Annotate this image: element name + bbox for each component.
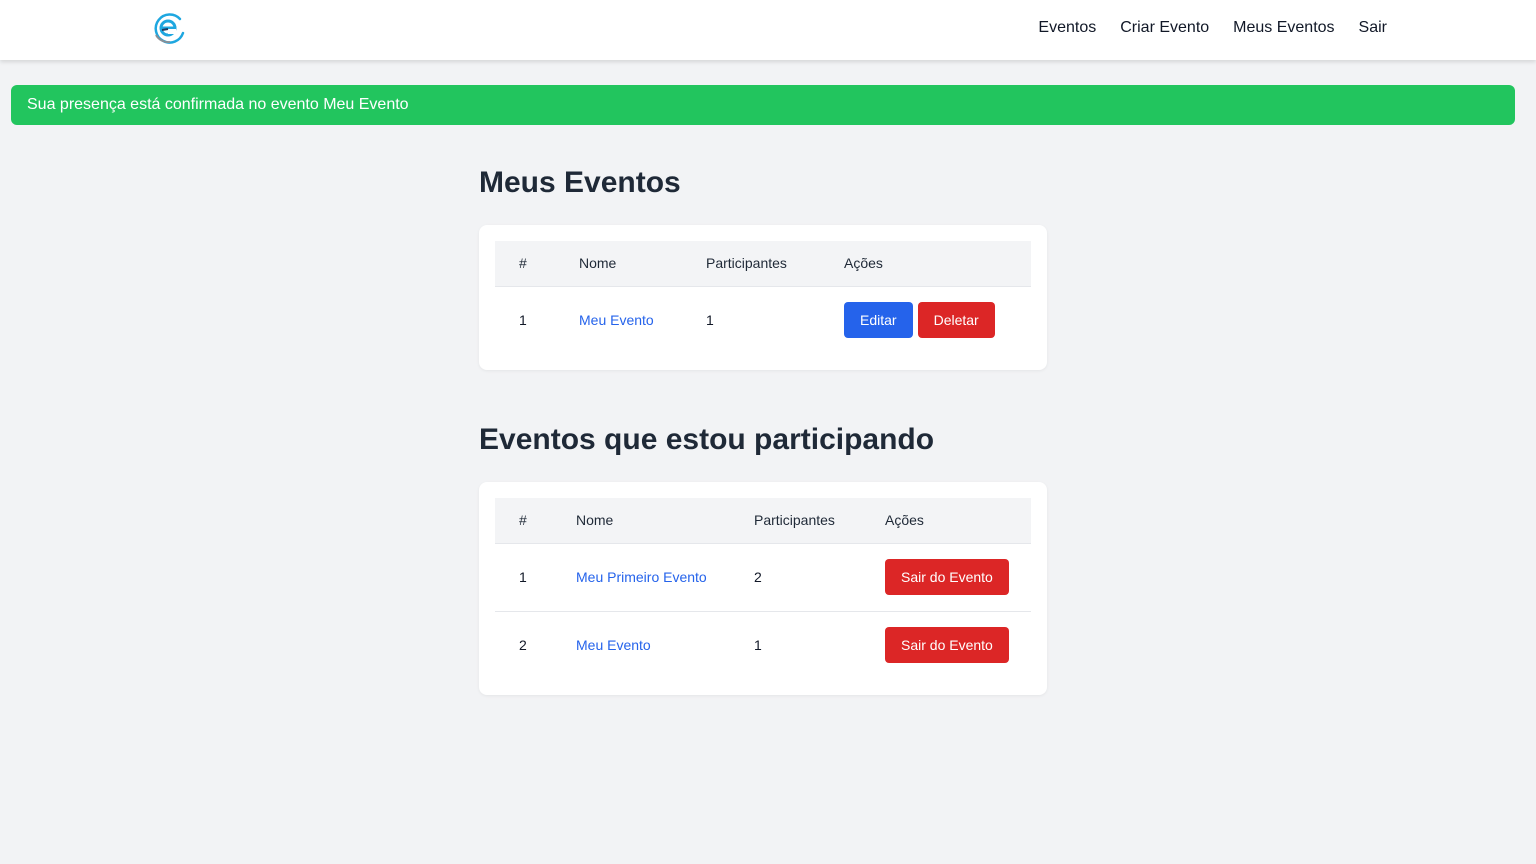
event-link[interactable]: Meu Evento — [576, 637, 651, 653]
nav-link-sair[interactable]: Sair — [1359, 19, 1387, 37]
table-row: 1 Meu Evento 1 Editar Deletar — [495, 286, 1031, 354]
column-header-index: # — [519, 255, 527, 272]
edit-button[interactable]: Editar — [844, 302, 913, 339]
my-events-table: # Nome Participantes Ações 1 Meu Evento … — [495, 241, 1031, 354]
success-alert: Sua presença está confirmada no evento M… — [11, 85, 1515, 125]
event-link[interactable]: Meu Evento — [579, 312, 654, 328]
participating-title: Eventos que estou participando — [479, 423, 935, 456]
leave-event-button[interactable]: Sair do Evento — [885, 627, 1009, 664]
row-index: 1 — [519, 312, 527, 329]
column-header-actions: Ações — [885, 512, 924, 529]
row-actions: Sair do Evento — [861, 543, 1031, 611]
nav-link-eventos[interactable]: Eventos — [1038, 19, 1096, 37]
event-link[interactable]: Meu Primeiro Evento — [576, 569, 707, 585]
column-header-name: Nome — [576, 512, 614, 529]
nav-link-criar-evento[interactable]: Criar Evento — [1120, 19, 1209, 37]
navbar: Eventos Criar Evento Meus Eventos Sair — [0, 0, 1536, 60]
row-participants: 1 — [754, 637, 762, 654]
event-logo-icon[interactable] — [150, 9, 188, 47]
row-index: 2 — [519, 637, 527, 654]
row-participants: 1 — [706, 312, 714, 329]
table-header-row: # Nome Participantes Ações — [495, 498, 1031, 543]
row-index: 1 — [519, 569, 527, 585]
column-header-participants: Participantes — [754, 512, 835, 529]
column-header-index: # — [519, 512, 527, 529]
participating-table: # Nome Participantes Ações 1 Meu Primeir… — [495, 498, 1031, 679]
row-name-cell: Meu Primeiro Evento — [552, 543, 730, 611]
row-actions: Editar Deletar — [820, 286, 1031, 354]
column-header-actions: Ações — [844, 255, 883, 272]
row-actions: Sair do Evento — [861, 611, 1031, 679]
table-row: 2 Meu Evento 1 Sair do Evento — [495, 611, 1031, 679]
row-name-cell: Meu Evento — [555, 286, 682, 354]
table-row: 1 Meu Primeiro Evento 2 Sair do Evento — [495, 543, 1031, 611]
my-events-title: Meus Eventos — [479, 166, 681, 199]
row-participants: 2 — [754, 569, 762, 585]
column-header-participants: Participantes — [706, 255, 787, 272]
delete-button[interactable]: Deletar — [917, 302, 995, 339]
nav-link-meus-eventos[interactable]: Meus Eventos — [1233, 19, 1334, 37]
column-header-name: Nome — [579, 255, 617, 272]
row-name-cell: Meu Evento — [552, 611, 730, 679]
leave-event-button[interactable]: Sair do Evento — [885, 559, 1009, 595]
my-events-card: # Nome Participantes Ações 1 Meu Evento … — [479, 225, 1047, 370]
main-content: Meus Eventos # Nome Participantes Ações … — [479, 160, 1047, 695]
table-header-row: # Nome Participantes Ações — [495, 241, 1031, 286]
participating-card: # Nome Participantes Ações 1 Meu Primeir… — [479, 482, 1047, 695]
nav-links: Eventos Criar Evento Meus Eventos Sair — [1038, 0, 1387, 56]
